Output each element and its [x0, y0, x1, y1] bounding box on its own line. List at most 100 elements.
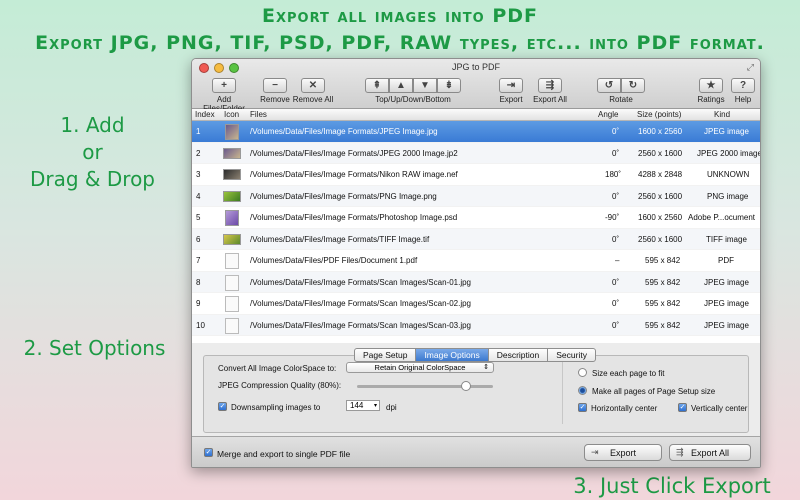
row-file: /Volumes/Data/Files/Image Formats/Photos… [250, 213, 458, 222]
fullscreen-icon[interactable]: ⤢ [747, 62, 754, 73]
window-title: JPG to PDF [451, 62, 500, 72]
downsampling-checkbox[interactable]: ✓ [218, 402, 227, 411]
move-down-icon[interactable]: ▼ [413, 78, 437, 93]
file-thumbnail [223, 169, 241, 180]
row-index: 10 [196, 320, 205, 330]
tab-image-options[interactable]: Image Options [415, 348, 489, 362]
dpi-unit: dpi [386, 403, 397, 412]
row-index: 2 [196, 148, 201, 158]
dpi-combo[interactable]: 144 ▾ [346, 400, 380, 411]
make-all-label: Make all pages of Page Setup size [592, 387, 716, 396]
row-kind: JPEG 2000 image [697, 148, 760, 158]
slider-knob[interactable] [460, 381, 471, 391]
rotate-left-icon[interactable]: ↺ [597, 78, 621, 93]
merge-checkbox[interactable]: ✓ [204, 448, 213, 457]
step-add-caption: 1. Add or Drag & Drop [30, 112, 155, 193]
column-index[interactable]: Index [195, 110, 215, 119]
table-row[interactable]: 5 /Volumes/Data/Files/Image Formats/Phot… [192, 207, 760, 229]
move-up-icon[interactable]: ▲ [389, 78, 413, 93]
row-size: 2560 x 1600 [638, 234, 683, 244]
row-index: 9 [196, 299, 201, 308]
move-top-icon[interactable]: ⇞ [365, 78, 389, 93]
downsampling-label: Downsampling images to [231, 403, 321, 412]
tab-page-setup[interactable]: Page Setup [354, 348, 417, 362]
column-kind[interactable]: Kind [714, 110, 730, 119]
merge-label: Merge and export to single PDF file [217, 449, 351, 459]
export-icon: ⇥ [499, 78, 523, 93]
export-toolbar-button[interactable]: ⇥ Export [496, 78, 526, 104]
horizontal-center-checkbox[interactable]: ✓ [578, 403, 587, 412]
row-file: /Volumes/Data/Files/Image Formats/Nikon … [250, 170, 458, 179]
table-row[interactable]: 6 /Volumes/Data/Files/Image Formats/TIFF… [192, 228, 760, 250]
column-angle[interactable]: Angle [598, 110, 618, 119]
tab-security[interactable]: Security [547, 348, 596, 362]
row-angle: 0˚ [612, 320, 620, 330]
table-row[interactable]: 4 /Volumes/Data/Files/Image Formats/PNG … [192, 185, 760, 207]
file-thumbnail [225, 296, 239, 312]
row-size: 4288 x 2848 [638, 170, 683, 179]
vertical-center-checkbox[interactable]: ✓ [678, 403, 687, 412]
file-table[interactable]: 1 /Volumes/Data/Files/Image Formats/JPEG… [192, 121, 760, 343]
row-kind: TIFF image [706, 234, 747, 244]
table-row[interactable]: 7 /Volumes/Data/Files/PDF Files/Document… [192, 250, 760, 272]
file-thumbnail [223, 190, 241, 202]
row-angle: -90˚ [605, 213, 620, 222]
table-row[interactable]: 3 /Volumes/Data/Files/Image Formats/Niko… [192, 164, 760, 186]
step-export-caption: 3. Just Click Export [573, 474, 771, 498]
minus-icon: − [263, 78, 287, 93]
help-button[interactable]: ? Help [730, 78, 756, 104]
column-size[interactable]: Size (points) [637, 110, 681, 119]
colorspace-select[interactable]: Retain Original ColorSpace ⇕ [346, 362, 494, 373]
table-row[interactable]: 8 /Volumes/Data/Files/Image Formats/Scan… [192, 271, 760, 293]
file-thumbnail [223, 233, 241, 245]
row-kind: PNG image [707, 191, 749, 201]
make-all-radio[interactable] [578, 386, 587, 395]
vertical-center-label: Vertically center [691, 404, 748, 413]
size-each-radio[interactable] [578, 368, 587, 377]
remove-button[interactable]: − Remove [258, 78, 292, 104]
export-all-toolbar-button[interactable]: ⇶ Export All [530, 78, 570, 104]
table-row[interactable]: 2 /Volumes/Data/Files/Image Formats/JPEG… [192, 142, 760, 164]
file-thumbnail [225, 124, 239, 140]
row-index: 7 [196, 256, 201, 265]
row-size: 2560 x 1600 [638, 148, 683, 158]
column-files[interactable]: Files [250, 110, 267, 119]
rotate-buttons[interactable]: ↺ ↻ Rotate [594, 78, 648, 104]
export-button[interactable]: ⇥ Export [584, 444, 662, 461]
table-row[interactable]: 1 /Volumes/Data/Files/Image Formats/JPEG… [192, 121, 760, 143]
row-file: /Volumes/Data/Files/PDF Files/Document 1… [250, 256, 418, 265]
row-angle: 0˚ [612, 148, 620, 158]
table-row[interactable]: 9 /Volumes/Data/Files/Image Formats/Scan… [192, 293, 760, 315]
rotate-segmented-control[interactable]: ↺ ↻ [594, 78, 648, 93]
add-files-button[interactable]: + Add Files/Folder [196, 78, 252, 113]
row-angle: 0˚ [612, 127, 620, 136]
column-icon[interactable]: Icon [224, 110, 239, 119]
row-kind: JPEG image [704, 299, 749, 308]
row-angle: – [615, 256, 620, 265]
move-buttons[interactable]: ⇞ ▲ ▼ ⇟ Top/Up/Down/Bottom [360, 78, 466, 104]
jpeg-quality-label: JPEG Compression Quality (80%): [218, 381, 342, 390]
move-segmented-control[interactable]: ⇞ ▲ ▼ ⇟ [360, 78, 466, 93]
ratings-button[interactable]: ★ Ratings [696, 78, 726, 104]
remove-all-label: Remove All [292, 95, 334, 104]
row-size: 595 x 842 [645, 277, 681, 287]
row-kind: Adobe P...ocument [688, 213, 756, 222]
rotate-label: Rotate [609, 95, 633, 104]
row-angle: 0˚ [612, 299, 620, 308]
row-size: 2560 x 1600 [638, 191, 683, 201]
jpeg-quality-slider[interactable] [357, 381, 493, 391]
row-size: 1600 x 2560 [638, 213, 683, 222]
toolbar: JPG to PDF ⤢ + Add Files/Folder − Remove… [192, 59, 760, 113]
export-toolbar-label: Export [499, 95, 523, 104]
step-options-caption: 2. Set Options [23, 336, 166, 360]
remove-all-button[interactable]: ✕ Remove All [292, 78, 334, 104]
move-bottom-icon[interactable]: ⇟ [437, 78, 461, 93]
rotate-right-icon[interactable]: ↻ [621, 78, 645, 93]
tab-description[interactable]: Description [487, 348, 549, 362]
row-size: 595 x 842 [645, 299, 681, 308]
size-each-label: Size each page to fit [592, 369, 665, 378]
ratings-label: Ratings [697, 95, 725, 104]
app-window: JPG to PDF ⤢ + Add Files/Folder − Remove… [191, 58, 761, 468]
table-row[interactable]: 10 /Volumes/Data/Files/Image Formats/Sca… [192, 314, 760, 336]
export-all-button[interactable]: ⇶ Export All [669, 444, 751, 461]
